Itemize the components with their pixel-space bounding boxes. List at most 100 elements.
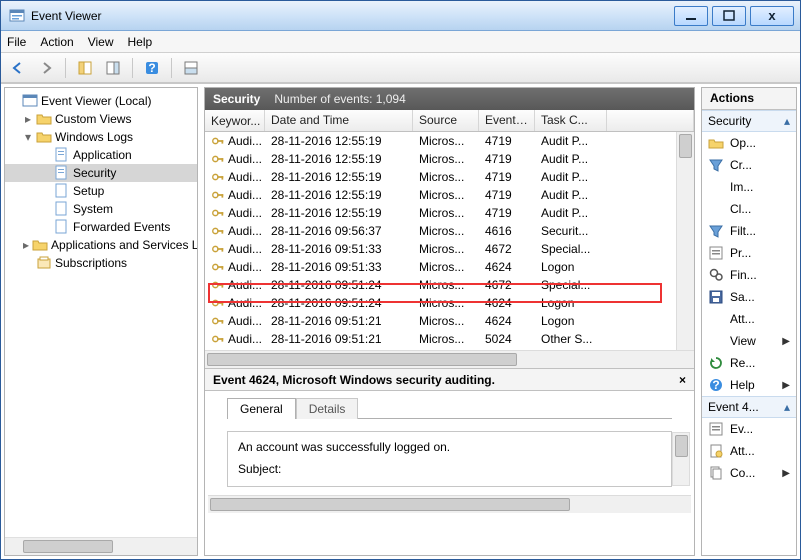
tree-application[interactable]: Application — [5, 146, 197, 164]
action-label: Cl... — [730, 202, 751, 216]
table-row[interactable]: Audi...28-11-2016 09:51:33Micros...4624L… — [205, 258, 694, 276]
menu-view[interactable]: View — [88, 35, 114, 49]
tab-details[interactable]: Details — [296, 398, 359, 419]
grid-h-scrollbar[interactable] — [205, 350, 694, 368]
detail-v-scrollbar[interactable] — [672, 432, 690, 486]
tree-subscriptions[interactable]: Subscriptions — [5, 254, 197, 272]
action-item[interactable]: Sa... — [702, 286, 796, 308]
table-row[interactable]: Audi...28-11-2016 12:55:19Micros...4719A… — [205, 150, 694, 168]
grid-v-scrollbar[interactable] — [676, 132, 694, 350]
cell-task: Logon — [535, 314, 607, 328]
titlebar[interactable]: Event Viewer x — [1, 1, 800, 31]
maximize-button[interactable] — [712, 6, 746, 26]
preview-button[interactable] — [180, 57, 202, 79]
menu-file[interactable]: File — [7, 35, 26, 49]
cell-eventid: 4624 — [479, 296, 535, 310]
scrollbar-thumb[interactable] — [210, 498, 570, 511]
col-eventid[interactable]: Event ID — [479, 110, 535, 131]
tree-apps-services[interactable]: ▸ Applications and Services Lo — [5, 236, 197, 254]
back-button[interactable] — [7, 57, 29, 79]
action-item[interactable]: Filt... — [702, 220, 796, 242]
actions-section-security[interactable]: Security ▴ — [702, 110, 796, 132]
action-label: Ev... — [730, 422, 753, 436]
tab-general[interactable]: General — [227, 398, 296, 419]
actions-list-security: Op...Cr...Im... Cl... Filt...Pr...Fin...Sa… — [702, 132, 796, 396]
menu-action[interactable]: Action — [40, 35, 73, 49]
action-item[interactable]: Att... — [702, 308, 796, 330]
table-row[interactable]: Audi...28-11-2016 09:56:37Micros...4616S… — [205, 222, 694, 240]
tree-h-scrollbar[interactable] — [5, 537, 197, 555]
table-row[interactable]: Audi...28-11-2016 12:55:19Micros...4719A… — [205, 204, 694, 222]
forward-button[interactable] — [35, 57, 57, 79]
cell-keywords: Audi... — [205, 152, 265, 166]
minimize-button[interactable] — [674, 6, 708, 26]
col-keywords[interactable]: Keywor... — [205, 110, 265, 131]
action-item[interactable]: ?Help▶ — [702, 374, 796, 396]
detail-text-box[interactable]: An account was successfully logged on. S… — [227, 431, 672, 487]
tree-setup[interactable]: Setup — [5, 182, 197, 200]
show-hide-actions-button[interactable] — [102, 57, 124, 79]
chevron-right-icon[interactable]: ▸ — [23, 238, 29, 252]
action-item[interactable]: Ev... — [702, 418, 796, 440]
col-datetime[interactable]: Date and Time — [265, 110, 413, 131]
svg-text:?: ? — [148, 61, 155, 75]
chevron-right-icon[interactable]: ▸ — [23, 112, 33, 126]
action-item[interactable]: Co...▶ — [702, 462, 796, 484]
key-icon — [211, 278, 225, 292]
grid-body[interactable]: Audi...28-11-2016 12:55:19Micros...4719A… — [205, 132, 694, 350]
properties-icon — [708, 421, 724, 437]
action-item[interactable]: Fin... — [702, 264, 796, 286]
action-item[interactable]: Att... — [702, 440, 796, 462]
action-item[interactable]: Cr... — [702, 154, 796, 176]
cell-keywords: Audi... — [205, 224, 265, 238]
tree-root[interactable]: Event Viewer (Local) — [5, 92, 197, 110]
table-row[interactable]: Audi...28-11-2016 12:55:19Micros...4719A… — [205, 132, 694, 150]
tree-windows-logs[interactable]: ▾ Windows Logs — [5, 128, 197, 146]
filter-icon — [708, 223, 724, 239]
scrollbar-thumb[interactable] — [679, 134, 692, 158]
chevron-up-icon[interactable]: ▴ — [784, 400, 790, 414]
table-row[interactable]: Audi...28-11-2016 09:51:21Micros...4624L… — [205, 312, 694, 330]
chevron-up-icon[interactable]: ▴ — [784, 114, 790, 128]
cell-datetime: 28-11-2016 09:56:37 — [265, 224, 413, 238]
col-task[interactable]: Task C... — [535, 110, 607, 131]
chevron-down-icon[interactable]: ▾ — [23, 130, 33, 144]
grid-header[interactable]: Keywor... Date and Time Source Event ID … — [205, 110, 694, 132]
action-item[interactable]: Im... — [702, 176, 796, 198]
tree-label: Forwarded Events — [73, 220, 170, 234]
col-source[interactable]: Source — [413, 110, 479, 131]
events-pane: Security Number of events: 1,094 Keywor.… — [204, 87, 695, 556]
action-item[interactable]: View▶ — [702, 330, 796, 352]
action-item[interactable]: Cl... — [702, 198, 796, 220]
action-item[interactable]: Pr... — [702, 242, 796, 264]
tree[interactable]: Event Viewer (Local) ▸ Custom Views ▾ Wi… — [5, 88, 197, 537]
cell-eventid: 5024 — [479, 332, 535, 346]
blank-icon — [708, 333, 724, 349]
detail-line: Subject: — [238, 462, 661, 476]
tree-forwarded[interactable]: Forwarded Events — [5, 218, 197, 236]
tree-security[interactable]: Security — [5, 164, 197, 182]
tree-custom-views[interactable]: ▸ Custom Views — [5, 110, 197, 128]
table-row[interactable]: Audi...28-11-2016 09:51:21Micros...5024O… — [205, 330, 694, 348]
detail-h-scrollbar[interactable] — [208, 495, 691, 513]
menu-help[interactable]: Help — [128, 35, 153, 49]
cell-keywords: Audi... — [205, 134, 265, 148]
action-item[interactable]: Op... — [702, 132, 796, 154]
scrollbar-thumb[interactable] — [23, 540, 113, 553]
close-button[interactable]: x — [750, 6, 794, 26]
table-row[interactable]: Audi...28-11-2016 09:51:24Micros...4672S… — [205, 276, 694, 294]
table-row[interactable]: Audi...28-11-2016 12:55:19Micros...4719A… — [205, 186, 694, 204]
actions-section-event[interactable]: Event 4... ▴ — [702, 396, 796, 418]
close-icon[interactable]: × — [679, 373, 686, 387]
show-hide-tree-button[interactable] — [74, 57, 96, 79]
action-item[interactable]: Re... — [702, 352, 796, 374]
table-row[interactable]: Audi...28-11-2016 09:51:33Micros...4672S… — [205, 240, 694, 258]
cell-task: Special... — [535, 278, 607, 292]
scrollbar-thumb[interactable] — [207, 353, 517, 366]
tree-system[interactable]: System — [5, 200, 197, 218]
scrollbar-thumb[interactable] — [675, 435, 688, 457]
table-row[interactable]: Audi...28-11-2016 09:51:24Micros...4624L… — [205, 294, 694, 312]
table-row[interactable]: Audi...28-11-2016 12:55:19Micros...4719A… — [205, 168, 694, 186]
help-button[interactable]: ? — [141, 57, 163, 79]
cell-keywords: Audi... — [205, 314, 265, 328]
